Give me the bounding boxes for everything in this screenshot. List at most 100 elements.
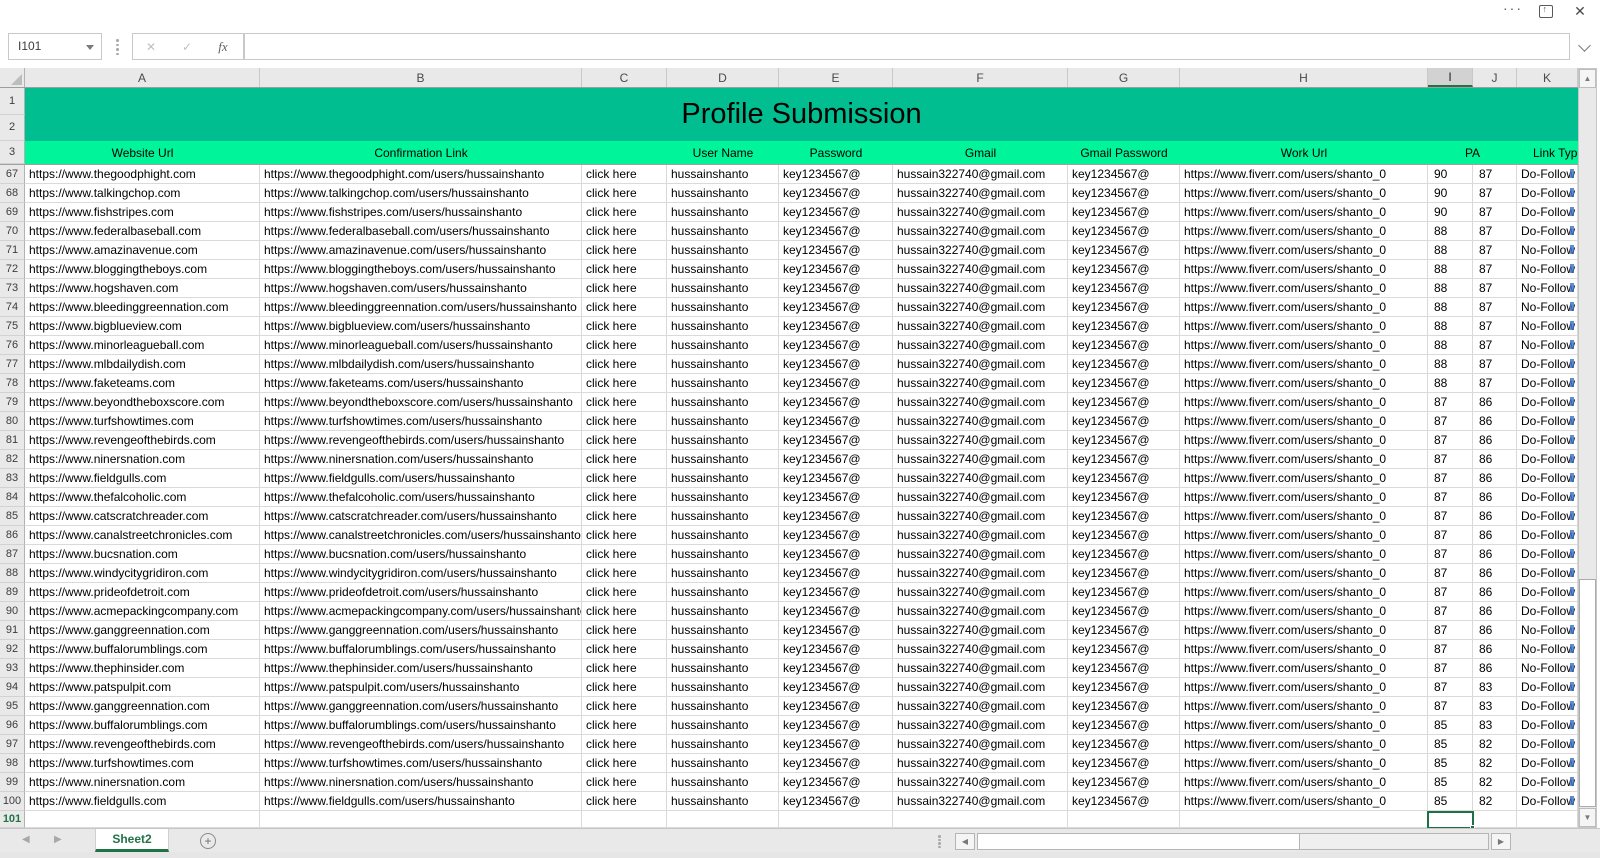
cell-A75[interactable]: https://www.bigblueview.com: [25, 317, 260, 336]
cell-H87[interactable]: https://www.fiverr.com/users/shanto_0: [1180, 545, 1428, 564]
select-all-corner[interactable]: [0, 68, 25, 87]
cell-I83[interactable]: 87: [1428, 469, 1473, 488]
cell-I98[interactable]: 85: [1428, 754, 1473, 773]
cell-F93[interactable]: hussain322740@gmail.com: [893, 659, 1068, 678]
cell-K80[interactable]: Do-Follow: [1517, 412, 1578, 431]
horizontal-scroll-thumb[interactable]: [978, 834, 1300, 849]
cell-F83[interactable]: hussain322740@gmail.com: [893, 469, 1068, 488]
cell-F85[interactable]: hussain322740@gmail.com: [893, 507, 1068, 526]
cell-K95[interactable]: Do-Follow: [1517, 697, 1578, 716]
cell-J69[interactable]: 87: [1473, 203, 1517, 222]
row-header-81[interactable]: 81: [0, 431, 25, 450]
cell-C86[interactable]: click here: [582, 526, 667, 545]
cell-C73[interactable]: click here: [582, 279, 667, 298]
vertical-scroll-thumb[interactable]: [1579, 579, 1596, 807]
cell-E99[interactable]: key1234567@: [779, 773, 893, 792]
cell-G67[interactable]: key1234567@: [1068, 165, 1180, 184]
cell-I75[interactable]: 88: [1428, 317, 1473, 336]
cell-H98[interactable]: https://www.fiverr.com/users/shanto_0: [1180, 754, 1428, 773]
row-header-80[interactable]: 80: [0, 412, 25, 431]
cell-B94[interactable]: https://www.patspulpit.com/users/hussain…: [260, 678, 582, 697]
sheet-title-cell[interactable]: Profile Submission: [25, 88, 1578, 141]
cell-H86[interactable]: https://www.fiverr.com/users/shanto_0: [1180, 526, 1428, 545]
cell-B100[interactable]: https://www.fieldgulls.com/users/hussain…: [260, 792, 582, 811]
row-header-98[interactable]: 98: [0, 754, 25, 773]
cell-H93[interactable]: https://www.fiverr.com/users/shanto_0: [1180, 659, 1428, 678]
cell-I72[interactable]: 88: [1428, 260, 1473, 279]
row-header-77[interactable]: 77: [0, 355, 25, 374]
name-box[interactable]: I101: [8, 33, 102, 60]
row-header-70[interactable]: 70: [0, 222, 25, 241]
cell-F75[interactable]: hussain322740@gmail.com: [893, 317, 1068, 336]
cell-A84[interactable]: https://www.thefalcoholic.com: [25, 488, 260, 507]
cell-D89[interactable]: hussainshanto: [667, 583, 779, 602]
row-header-92[interactable]: 92: [0, 640, 25, 659]
cell-I95[interactable]: 87: [1428, 697, 1473, 716]
cell-F84[interactable]: hussain322740@gmail.com: [893, 488, 1068, 507]
cell-H76[interactable]: https://www.fiverr.com/users/shanto_0: [1180, 336, 1428, 355]
cell-D97[interactable]: hussainshanto: [667, 735, 779, 754]
cell-I74[interactable]: 88: [1428, 298, 1473, 317]
cell-K100[interactable]: Do-Follow: [1517, 792, 1578, 811]
cell-B79[interactable]: https://www.beyondtheboxscore.com/users/…: [260, 393, 582, 412]
cell-E77[interactable]: key1234567@: [779, 355, 893, 374]
cell-E94[interactable]: key1234567@: [779, 678, 893, 697]
row-header-87[interactable]: 87: [0, 545, 25, 564]
cell-J92[interactable]: 86: [1473, 640, 1517, 659]
row-header-85[interactable]: 85: [0, 507, 25, 526]
cell-H67[interactable]: https://www.fiverr.com/users/shanto_0: [1180, 165, 1428, 184]
cell-D90[interactable]: hussainshanto: [667, 602, 779, 621]
cell-K69[interactable]: Do-Follow: [1517, 203, 1578, 222]
col-header-G[interactable]: G: [1068, 68, 1180, 87]
cell-K84[interactable]: Do-Follow: [1517, 488, 1578, 507]
cell-D99[interactable]: hussainshanto: [667, 773, 779, 792]
cell-A87[interactable]: https://www.bucsnation.com: [25, 545, 260, 564]
cell-D95[interactable]: hussainshanto: [667, 697, 779, 716]
row-header-75[interactable]: 75: [0, 317, 25, 336]
cell-C84[interactable]: click here: [582, 488, 667, 507]
cell-I96[interactable]: 85: [1428, 716, 1473, 735]
row-header-73[interactable]: 73: [0, 279, 25, 298]
cell-E83[interactable]: key1234567@: [779, 469, 893, 488]
row-header-90[interactable]: 90: [0, 602, 25, 621]
cell-A67[interactable]: https://www.thegoodphight.com: [25, 165, 260, 184]
close-icon[interactable]: ✕: [1570, 1, 1590, 21]
cell-D81[interactable]: hussainshanto: [667, 431, 779, 450]
row-header-95[interactable]: 95: [0, 697, 25, 716]
cell-I94[interactable]: 87: [1428, 678, 1473, 697]
cell-A98[interactable]: https://www.turfshowtimes.com: [25, 754, 260, 773]
cell-G101[interactable]: [1068, 811, 1180, 828]
cell-G71[interactable]: key1234567@: [1068, 241, 1180, 260]
cell-J67[interactable]: 87: [1473, 165, 1517, 184]
col-header-H[interactable]: H: [1180, 68, 1428, 87]
cell-G68[interactable]: key1234567@: [1068, 184, 1180, 203]
cell-I97[interactable]: 85: [1428, 735, 1473, 754]
cell-C71[interactable]: click here: [582, 241, 667, 260]
cell-A100[interactable]: https://www.fieldgulls.com: [25, 792, 260, 811]
cell-H100[interactable]: https://www.fiverr.com/users/shanto_0: [1180, 792, 1428, 811]
row-header-101[interactable]: 101: [0, 811, 25, 828]
cell-G99[interactable]: key1234567@: [1068, 773, 1180, 792]
cell-K81[interactable]: Do-Follow: [1517, 431, 1578, 450]
cell-E68[interactable]: key1234567@: [779, 184, 893, 203]
active-cell-I101[interactable]: [1427, 811, 1474, 828]
cell-E95[interactable]: key1234567@: [779, 697, 893, 716]
cell-C100[interactable]: click here: [582, 792, 667, 811]
cell-E98[interactable]: key1234567@: [779, 754, 893, 773]
cell-K99[interactable]: Do-Follow: [1517, 773, 1578, 792]
cell-H83[interactable]: https://www.fiverr.com/users/shanto_0: [1180, 469, 1428, 488]
cell-A101[interactable]: [25, 811, 260, 828]
cell-I84[interactable]: 87: [1428, 488, 1473, 507]
cell-E87[interactable]: key1234567@: [779, 545, 893, 564]
cell-B72[interactable]: https://www.bloggingtheboys.com/users/hu…: [260, 260, 582, 279]
cell-A76[interactable]: https://www.minorleagueball.com: [25, 336, 260, 355]
cell-C75[interactable]: click here: [582, 317, 667, 336]
cell-E96[interactable]: key1234567@: [779, 716, 893, 735]
cell-A82[interactable]: https://www.ninersnation.com: [25, 450, 260, 469]
cell-C98[interactable]: click here: [582, 754, 667, 773]
cell-G87[interactable]: key1234567@: [1068, 545, 1180, 564]
cell-H73[interactable]: https://www.fiverr.com/users/shanto_0: [1180, 279, 1428, 298]
scroll-left-icon[interactable]: ◀: [955, 833, 975, 850]
cell-K87[interactable]: Do-Follow: [1517, 545, 1578, 564]
cell-C78[interactable]: click here: [582, 374, 667, 393]
